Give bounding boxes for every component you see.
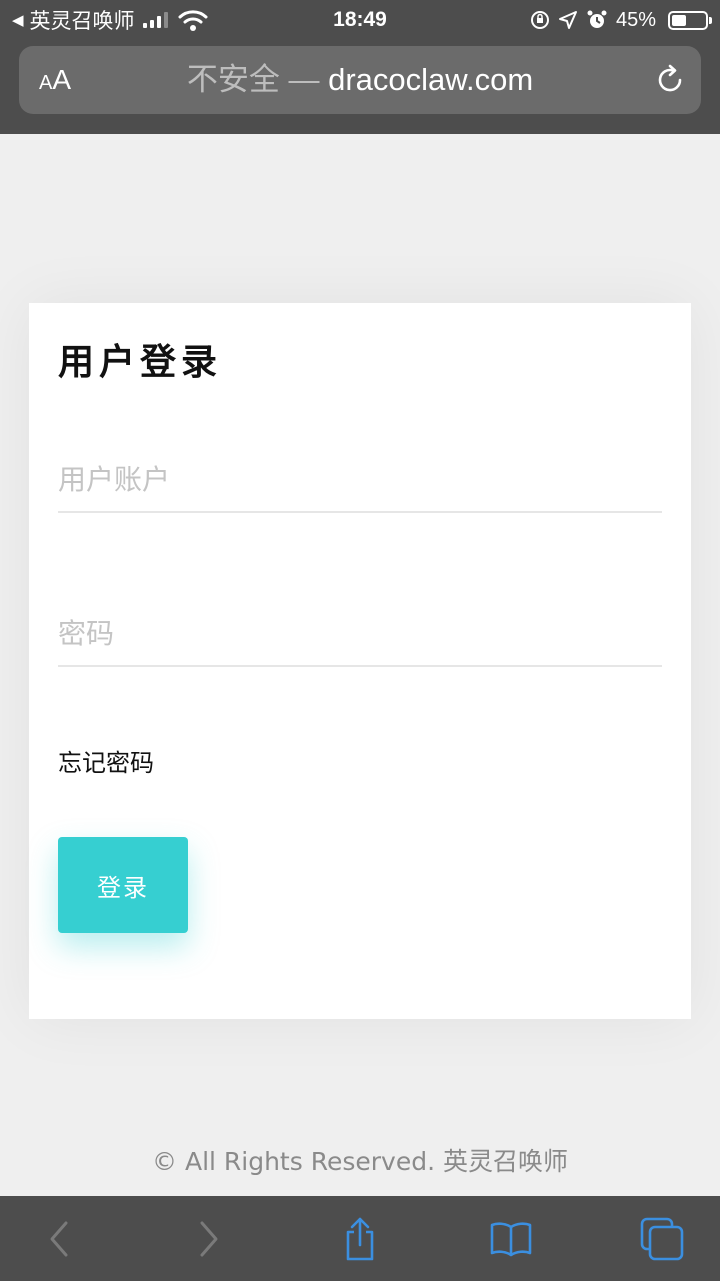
forward-icon [200,1221,218,1257]
tabs-icon [640,1217,684,1261]
login-card: 用户登录 忘记密码 登录 [29,303,691,1019]
reload-icon[interactable] [653,63,687,97]
back-icon [50,1221,68,1257]
account-input[interactable] [58,447,662,513]
url-display[interactable]: 不安全 — dracoclaw.com [19,46,701,114]
battery-percent: 45% [615,8,656,31]
back-button[interactable] [34,1214,84,1264]
web-page: 用户登录 忘记密码 登录 © All Rights Reserved. 英灵召唤… [0,134,720,1196]
forgot-password-link[interactable]: 忘记密码 [58,743,154,778]
url-separator: — [288,62,320,97]
bookmarks-icon [490,1222,532,1257]
share-button[interactable] [335,1214,385,1264]
share-icon [346,1217,374,1261]
battery-icon [668,10,712,30]
browser-bottom-toolbar [0,1196,720,1281]
forward-button[interactable] [184,1214,234,1264]
browser-top-chrome: ◀ 英灵召唤师 18:49 45% AA 不安全 — dracoclaw.com [0,0,720,134]
page-title: 用户登录 [58,342,223,383]
url-domain: dracoclaw.com [328,62,534,97]
bookmarks-button[interactable] [486,1214,536,1264]
address-bar[interactable]: AA 不安全 — dracoclaw.com [19,46,701,114]
url-security-label: 不安全 [186,62,280,97]
login-button[interactable]: 登录 [58,837,188,933]
orientation-lock-icon [530,11,549,29]
alarm-icon [587,10,607,28]
status-bar-right: 45% [530,6,712,34]
tabs-button[interactable] [637,1214,687,1264]
location-icon [558,11,577,29]
status-bar: ◀ 英灵召唤师 18:49 45% [0,0,720,40]
password-input[interactable] [58,601,662,667]
footer-copyright: © All Rights Reserved. 英灵召唤师 [152,1147,568,1176]
